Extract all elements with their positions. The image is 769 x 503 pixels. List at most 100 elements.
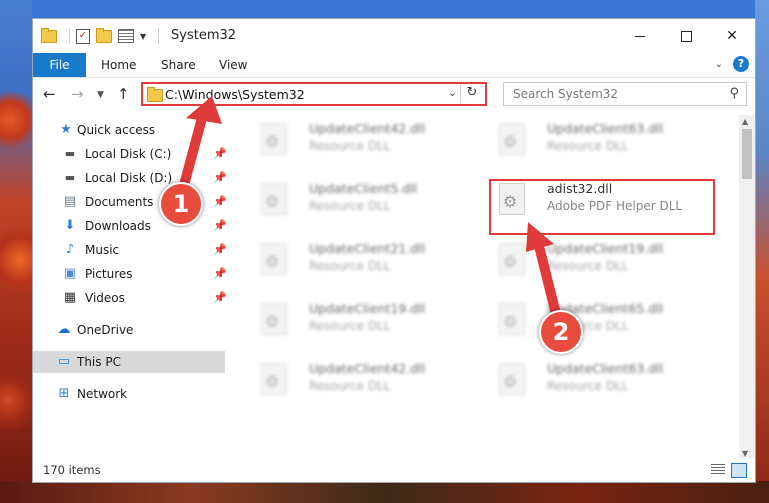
sidebar-item-label: Network [77, 387, 128, 401]
scroll-up-icon[interactable]: ▲ [742, 117, 748, 126]
list-item[interactable]: UpdateClient19.dll Resource DLL [489, 239, 709, 287]
network-icon: ⊞ [58, 386, 70, 401]
tab-home[interactable]: Home [101, 53, 136, 77]
tab-view[interactable]: View [219, 53, 247, 77]
up-arrow-icon[interactable]: ↑ [117, 85, 130, 103]
scroll-thumb[interactable] [742, 129, 752, 179]
list-item[interactable]: UpdateClient19.dll Resource DLL [251, 299, 471, 347]
pin-icon[interactable]: 📌 [213, 215, 227, 237]
file-name: UpdateClient63.dll [547, 121, 664, 136]
address-bar[interactable]: C:\Windows\System32 ⌄ ↻ [141, 82, 487, 106]
pin-icon[interactable]: 📌 [213, 167, 227, 189]
expand-ribbon-icon[interactable]: ⌄ [715, 59, 723, 70]
pin-icon[interactable]: 📌 [213, 287, 227, 309]
list-item[interactable]: UpdateClient65.dll Resource DLL [489, 299, 709, 347]
file-list: UpdateClient42.dll Resource DLL UpdateCl… [241, 115, 741, 457]
sidebar-item-pictures[interactable]: ▣ Pictures 📌 [33, 263, 227, 285]
downloads-icon: ⬇ [64, 218, 76, 233]
sidebar-item-local-disk-d[interactable]: ▬ Local Disk (D:) 📌 [33, 167, 227, 189]
pin-icon[interactable]: 📌 [213, 263, 227, 285]
list-item[interactable]: UpdateClient42.dll Resource DLL [251, 119, 471, 167]
details-view-icon[interactable] [711, 464, 725, 474]
scroll-down-icon[interactable]: ▼ [742, 449, 748, 458]
sidebar-item-onedrive[interactable]: ☁ OneDrive [33, 319, 225, 341]
toolbar-separator [158, 28, 160, 44]
minimize-button[interactable] [617, 19, 663, 53]
tab-share[interactable]: Share [161, 53, 196, 77]
list-item[interactable]: UpdateClient5.dll Resource DLL [251, 179, 471, 227]
maximize-button[interactable] [663, 19, 709, 53]
navigation-pane: ★ Quick access ▬ Local Disk (C:) 📌 ▬ Loc… [33, 115, 227, 460]
sidebar-item-label: Documents [85, 195, 154, 209]
back-arrow-icon[interactable]: ← [43, 85, 56, 103]
dll-file-icon [261, 363, 287, 395]
sidebar-item-label: Local Disk (C:) [85, 147, 172, 161]
tab-file[interactable]: File [33, 53, 86, 77]
search-input[interactable]: Search System32 ⚲ [503, 82, 747, 106]
dll-file-icon [261, 123, 287, 155]
file-type: Resource DLL [309, 139, 391, 153]
sidebar-item-label: OneDrive [77, 323, 134, 337]
folder-icon[interactable] [41, 27, 57, 43]
file-name: UpdateClient21.dll [309, 241, 426, 256]
recent-locations-chevron-icon[interactable]: ▼ [97, 90, 104, 100]
sidebar-item-label: Quick access [77, 123, 156, 137]
highlight-adist32-box [489, 179, 715, 235]
pin-icon[interactable]: 📌 [213, 239, 227, 261]
sidebar-item-quick-access[interactable]: ★ Quick access [33, 119, 225, 141]
sidebar-item-this-pc[interactable]: ▭ This PC [33, 351, 225, 373]
desktop-background-right [755, 0, 769, 503]
sidebar-item-label: This PC [77, 355, 121, 369]
search-icon[interactable]: ⚲ [729, 86, 739, 101]
dll-file-icon [261, 243, 287, 275]
pin-icon[interactable]: 📌 [213, 143, 227, 165]
new-folder-icon[interactable] [96, 27, 112, 43]
address-path[interactable]: C:\Windows\System32 [165, 87, 305, 102]
dll-file-icon [499, 303, 525, 335]
close-button[interactable]: ✕ [709, 19, 755, 53]
refresh-icon[interactable]: ↻ [460, 85, 483, 103]
file-name: UpdateClient42.dll [309, 121, 426, 136]
file-type: Resource DLL [309, 319, 391, 333]
large-icons-view-icon[interactable] [731, 463, 747, 478]
documents-icon: ▤ [63, 194, 77, 209]
pictures-icon: ▣ [63, 266, 77, 281]
close-icon: ✕ [726, 28, 738, 44]
item-count: 170 items [43, 463, 101, 477]
file-name: UpdateClient42.dll [309, 361, 426, 376]
file-name: UpdateClient19.dll [309, 301, 426, 316]
sidebar-item-network[interactable]: ⊞ Network [33, 383, 225, 405]
sidebar-item-videos[interactable]: ▦ Videos 📌 [33, 287, 227, 309]
ribbon-tabs: File Home Share View ⌄ ? [33, 53, 755, 78]
list-item[interactable]: UpdateClient63.dll Resource DLL [489, 119, 709, 167]
list-item[interactable]: UpdateClient21.dll Resource DLL [251, 239, 471, 287]
status-bar: 170 items [33, 458, 755, 482]
properties-check-icon[interactable]: ✓ [76, 28, 90, 44]
step-2-callout: 2 [539, 310, 583, 354]
pin-icon[interactable]: 📌 [213, 191, 227, 213]
sidebar-item-label: Videos [85, 291, 125, 305]
list-item[interactable]: UpdateClient42.dll Resource DLL [251, 359, 471, 407]
customize-view-icon[interactable] [118, 29, 134, 43]
sidebar-item-local-disk-c[interactable]: ▬ Local Disk (C:) 📌 [33, 143, 227, 165]
forward-arrow-icon[interactable]: → [71, 85, 84, 103]
vertical-scrollbar[interactable]: ▲ ▼ [739, 115, 755, 460]
help-button[interactable]: ? [733, 56, 749, 72]
chevron-down-icon[interactable]: ▼ [140, 32, 146, 41]
file-type: Resource DLL [547, 379, 629, 393]
navigation-bar: ← → ▼ ↑ C:\Windows\System32 ⌄ ↻ Search S… [33, 77, 755, 111]
dll-file-icon [499, 243, 525, 275]
dll-file-icon [499, 123, 525, 155]
file-type: Resource DLL [309, 199, 391, 213]
chevron-down-icon[interactable]: ⌄ [448, 86, 457, 99]
desktop-background-bottom [0, 481, 769, 503]
window-title: System32 [171, 28, 237, 43]
list-item[interactable]: UpdateClient63.dll Resource DLL [489, 359, 709, 407]
toolbar-separator [69, 28, 70, 44]
desktop-background-left [0, 0, 32, 503]
dll-file-icon [261, 183, 287, 215]
sidebar-item-music[interactable]: ♪ Music 📌 [33, 239, 227, 261]
file-type: Resource DLL [309, 259, 391, 273]
sidebar-item-label: Downloads [85, 219, 151, 233]
minimize-icon [635, 35, 645, 37]
